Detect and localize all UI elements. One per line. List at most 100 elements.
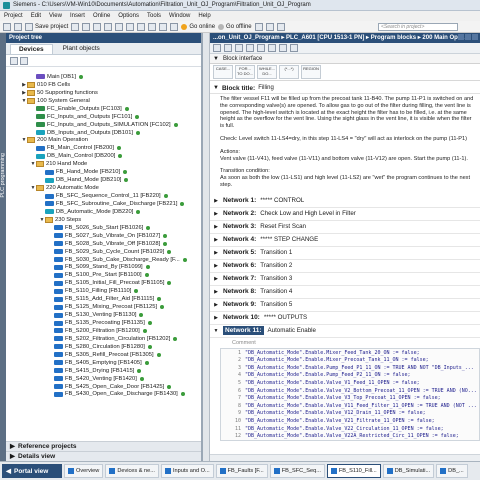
pane-splitter[interactable]: [203, 33, 210, 461]
tree-folder[interactable]: ▼ 230 Steps: [6, 216, 201, 224]
tree-item[interactable]: FC_Enable_Outputs [FC103]: [6, 105, 201, 113]
editor-tab[interactable]: DB_...: [436, 464, 468, 478]
collapse-all-icon[interactable]: [20, 56, 28, 65]
minimize-icon[interactable]: [458, 34, 464, 40]
tree-item[interactable]: FB_S280_Circulation [FB1280]: [6, 343, 201, 351]
tree-folder[interactable]: ▶ 010 FB Cells: [6, 81, 201, 89]
show-overview-icon[interactable]: [10, 56, 18, 65]
save-project-button[interactable]: Save project: [25, 22, 68, 31]
undo-icon[interactable]: [126, 22, 135, 31]
tree-item[interactable]: FB_S125_Mixing_Precoat [FB1125]: [6, 303, 201, 311]
code-line[interactable]: 5 "DB_Automatic_Mode".Enable.Valve_V1_Fee…: [221, 379, 479, 387]
delete-network-icon[interactable]: [224, 44, 232, 52]
delete-icon[interactable]: [115, 22, 124, 31]
download-icon[interactable]: [159, 22, 168, 31]
menu-options[interactable]: Options: [118, 13, 139, 19]
block-title-value[interactable]: Filling: [258, 85, 274, 91]
new-project-icon[interactable]: [3, 22, 11, 31]
tree-item[interactable]: FC_Inputs_and_Outputs_SIMULATION [FC102]: [6, 121, 201, 129]
tree-item[interactable]: FB_S105_Initial_Fill_Precoat [FB1105]: [6, 279, 201, 287]
tree-folder[interactable]: ▶ 50 Supporting functions: [6, 89, 201, 97]
stop-cpu-icon[interactable]: [276, 22, 285, 31]
block-description[interactable]: The filter vessel F11 will be filled up …: [210, 94, 480, 189]
code-line[interactable]: 1 "DB_Automatic_Mode".Enable.Mixer_Feed_T…: [221, 349, 479, 357]
op-for-button[interactable]: FOR... TO DO...: [235, 65, 255, 79]
indent-icon[interactable]: [246, 44, 254, 52]
network-header[interactable]: ▶ Network 10: ***** OUTPUTS: [210, 312, 480, 325]
bookmark-icon[interactable]: [290, 44, 298, 52]
network-title[interactable]: Check Low and High Level in Filter: [260, 210, 356, 217]
network-header[interactable]: ▶ Network 7: Transition 3: [210, 273, 480, 286]
tree-item[interactable]: FB_S135_Precoating [FB1135]: [6, 319, 201, 327]
editor-tab[interactable]: Overview: [64, 464, 104, 478]
tree-item[interactable]: DB_Hand_Mode [DB210]: [6, 176, 201, 184]
editor-tab[interactable]: Inputs and O...: [160, 464, 214, 478]
code-line[interactable]: 10 "DB_Automatic_Mode".Enable.Valve_V21_F…: [221, 417, 479, 425]
tree-item[interactable]: FB_S405_Emptying [FB1405]: [6, 359, 201, 367]
tree-item[interactable]: DB_Automatic_Mode [DB220]: [6, 208, 201, 216]
tree-item[interactable]: FB_S415_Drying [FB1415]: [6, 367, 201, 375]
network-header[interactable]: ▶ Network 4: ***** STEP CHANGE: [210, 234, 480, 247]
network-header[interactable]: ▶ Network 6: Transition 2: [210, 260, 480, 273]
op-while-button[interactable]: WHILE... DO...: [257, 65, 277, 79]
print-icon[interactable]: [71, 22, 80, 31]
tree-folder[interactable]: ▼ 210 Hand Mode: [6, 160, 201, 168]
tree-item[interactable]: DB_Inputs_and_Outputs [DB101]: [6, 129, 201, 137]
code-line[interactable]: 4 "DB_Automatic_Mode".Enable.Pump_Feed_P2…: [221, 372, 479, 380]
network-header[interactable]: ▶ Network 2: Check Low and High Level in F…: [210, 208, 480, 221]
compile-icon[interactable]: [148, 22, 157, 31]
network-11-header[interactable]: ▼ Network 11: Automatic Enable: [210, 325, 480, 338]
comment-icon[interactable]: [268, 44, 276, 52]
tree-item[interactable]: FB_S200_Filtration [FB1200]: [6, 327, 201, 335]
editor-tab[interactable]: DB_Simulati...: [382, 464, 435, 478]
tree-item[interactable]: FB_S130_Venting [FB1130]: [6, 311, 201, 319]
network-header[interactable]: ▶ Network 9: Transition 5: [210, 299, 480, 312]
block-title-row[interactable]: ▼ Block title: Filling: [210, 83, 480, 94]
portal-view-button[interactable]: ◀ Portal view: [2, 464, 62, 478]
close-icon[interactable]: [472, 34, 478, 40]
tree-item[interactable]: FB_SFC_Subroutine_Cake_Discharge [FB221]: [6, 200, 201, 208]
network-title[interactable]: Transition 5: [260, 301, 292, 308]
network-header[interactable]: ▶ Network 3: Reset First Scan: [210, 221, 480, 234]
code-line[interactable]: 7 "DB_Automatic_Mode".Enable.Valve_V3_Top…: [221, 394, 479, 402]
editor-horizontal-scrollbar[interactable]: [210, 454, 480, 461]
tree-item[interactable]: FB_S099_Stand_By [FB1099]: [6, 264, 201, 272]
tree-item[interactable]: FB_S420_Venting [FB1420]: [6, 375, 201, 383]
menu-online[interactable]: Online: [93, 13, 110, 19]
start-cpu-icon[interactable]: [265, 22, 274, 31]
tree-item[interactable]: FB_S430_Open_Cake_Discharge [FB1430]: [6, 391, 201, 399]
open-project-icon[interactable]: [14, 22, 22, 31]
code-line[interactable]: 3 "DB_Automatic_Mode".Enable.Pump_Feed_P1…: [221, 364, 479, 372]
network-title[interactable]: Transition 3: [260, 275, 292, 282]
redo-icon[interactable]: [137, 22, 146, 31]
menu-view[interactable]: View: [49, 13, 62, 19]
code-line[interactable]: 2 "DB_Automatic_Mode".Enable.Mixer_Precoa…: [221, 356, 479, 364]
menu-project[interactable]: Project: [4, 13, 23, 19]
tree-item[interactable]: FB_S115_Add_Filter_Aid [FB1115]: [6, 295, 201, 303]
tree-item[interactable]: FB_S026_Sub_Start [FB1026]: [6, 224, 201, 232]
tree-item[interactable]: Main [OB1]: [6, 73, 201, 81]
op-region-button[interactable]: REGION: [301, 65, 321, 79]
tree-item[interactable]: FB_S028_Sub_Vibrate_Off [FB1028]: [6, 240, 201, 248]
menu-help[interactable]: Help: [198, 13, 210, 19]
network-title[interactable]: Transition 4: [260, 288, 292, 295]
editor-tab[interactable]: FB_S110_Fill...: [326, 464, 381, 478]
op-case-button[interactable]: CASE...: [213, 65, 233, 79]
code-line[interactable]: 9 "DB_Automatic_Mode".Enable.Valve_V12_Dr…: [221, 410, 479, 418]
network-title[interactable]: Reset First Scan: [260, 223, 306, 230]
accessible-devices-icon[interactable]: [254, 22, 263, 31]
tab-devices[interactable]: Devices: [10, 44, 53, 54]
tree-item[interactable]: FB_SFC_Sequence_Control_11 [FB220]: [6, 192, 201, 200]
tree-item[interactable]: DB_Main_Control [DB200]: [6, 152, 201, 160]
reference-projects-panel[interactable]: ▶ Reference projects: [6, 441, 201, 451]
tree-folder[interactable]: ▼ 220 Automatic Mode: [6, 184, 201, 192]
op-comment-button[interactable]: (*...*): [279, 65, 299, 79]
block-interface-bar[interactable]: ▼ Block interface: [210, 54, 480, 64]
menu-edit[interactable]: Edit: [31, 13, 41, 19]
tree-item[interactable]: FB_S027_Sub_Vibrate_On [FB1027]: [6, 232, 201, 240]
tree-folder[interactable]: ▼ 200 Main Operation: [6, 137, 201, 145]
network-header[interactable]: ▶ Network 8: Transition 4: [210, 286, 480, 299]
editor-tab[interactable]: Devices & ne...: [105, 464, 159, 478]
tree-item[interactable]: FB_S030_Sub_Cake_Discharge_Ready [F...: [6, 256, 201, 264]
upload-icon[interactable]: [170, 22, 179, 31]
